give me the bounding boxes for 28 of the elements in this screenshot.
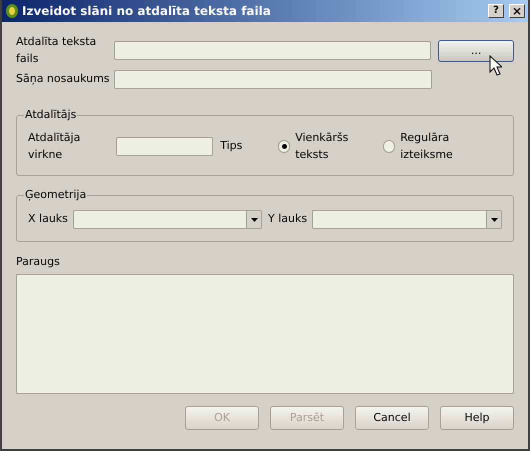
dialog-button[interactable]: Cancel — [355, 406, 429, 430]
window-title: Izveidot slāni no atdalīta teksta faila — [22, 3, 272, 20]
preview-label: Paraugs — [16, 255, 61, 269]
dropdown-arrow-icon — [490, 218, 498, 222]
dropdown[interactable] — [72, 210, 262, 229]
dropdown[interactable] — [312, 210, 502, 229]
mouse-cursor-icon — [489, 55, 502, 77]
field-label: Atdalīta teksta fails — [16, 34, 98, 66]
browse-button[interactable]: ... — [438, 40, 514, 62]
close-button[interactable]: × — [509, 4, 525, 18]
help-button[interactable]: ? — [488, 4, 504, 18]
dialog-button[interactable]: Help — [440, 406, 514, 430]
file-path-field[interactable] — [114, 41, 432, 60]
group-title: Ģeometrija — [24, 188, 88, 202]
field-label: Tips — [220, 138, 242, 154]
dropdown-arrow-icon — [250, 218, 258, 222]
field-label: Y lauks — [268, 211, 308, 228]
field-label: X lauks — [28, 211, 68, 228]
field-label: Atdalītāja virkne — [28, 130, 82, 162]
layer-name-field[interactable] — [114, 70, 432, 89]
radio-button[interactable] — [383, 140, 396, 153]
radio-button[interactable] — [278, 140, 290, 153]
delimiter-field[interactable] — [116, 137, 214, 156]
radio-label: Vienkāršs teksts — [295, 130, 350, 162]
field-label: Sāņa nosaukums — [16, 71, 111, 88]
app-logo-icon — [5, 3, 19, 19]
group-title: Atdalītājs — [24, 108, 78, 122]
radio-label: Regulāra izteiksme — [400, 130, 454, 162]
